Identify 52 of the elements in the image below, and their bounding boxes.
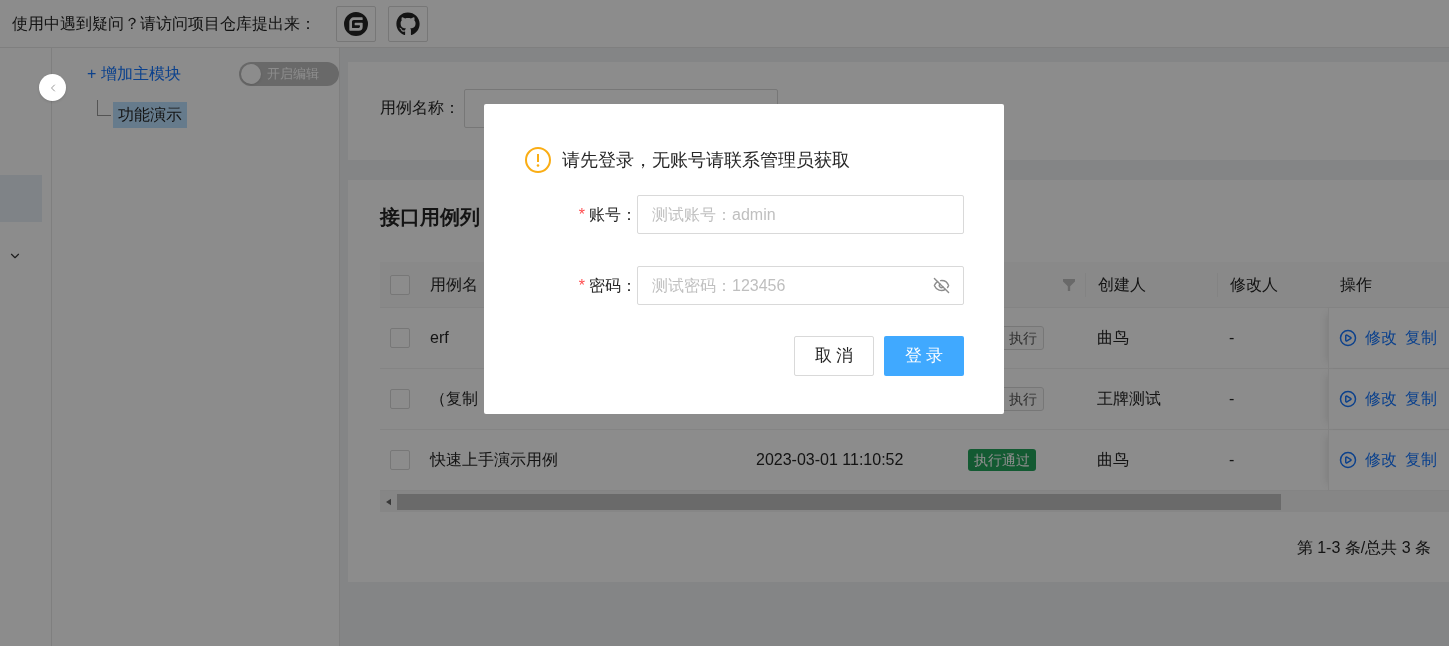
cancel-button[interactable]: 取 消 [794, 336, 874, 376]
eye-off-icon[interactable] [933, 277, 950, 294]
filter-icon[interactable] [1063, 278, 1075, 291]
collapse-button[interactable] [39, 74, 66, 101]
field-label: 密码： [589, 275, 637, 296]
field-label: 账号： [589, 204, 637, 225]
table-title: 接口用例列 [380, 205, 480, 230]
action-link[interactable]: 修改 [1365, 387, 1397, 411]
required-mark: * [578, 204, 585, 225]
scrollbar-thumb[interactable] [397, 493, 1281, 510]
column-header: 用例名 [429, 274, 478, 295]
dialog-message: 请先登录，无账号请联系管理员获取 [562, 148, 850, 172]
add-module-link[interactable]: + 增加主模块 [87, 62, 181, 86]
column-header: 创建人 [1085, 272, 1146, 297]
password-field[interactable]: 测试密码：123456 [637, 266, 964, 305]
action-link[interactable]: 修改 [1365, 448, 1397, 472]
creator-cell-text: 曲鸟 [1096, 450, 1129, 470]
tree-node[interactable]: 功能演示 [113, 102, 187, 128]
account-field[interactable]: 测试账号：admin [637, 195, 964, 234]
creator-cell-text: 王牌测试 [1096, 389, 1161, 409]
modifier-cell-text: - [1228, 450, 1235, 470]
column-header: 修改人 [1217, 272, 1278, 297]
horizontal-scrollbar[interactable] [380, 491, 1449, 512]
action-link[interactable]: 复制 [1405, 448, 1437, 472]
case-name: 快速上手演示用例 [428, 450, 558, 470]
search-label: 用例名称： [380, 98, 460, 118]
scroll-left-icon [386, 497, 391, 506]
help-text: 使用中遇到疑问？请访问项目仓库提出来： [12, 13, 316, 34]
action-link[interactable]: 复制 [1405, 387, 1437, 411]
run-icon[interactable] [1339, 451, 1357, 469]
date-cell: 2023-03-01 11:10:52 [756, 451, 904, 468]
toggle-knob [241, 64, 261, 84]
gitee-icon [344, 11, 368, 36]
column-header: 操作 [1339, 274, 1372, 295]
action-link[interactable]: 复制 [1405, 326, 1437, 350]
login-button[interactable]: 登 录 [884, 336, 964, 376]
tree-line [97, 100, 111, 116]
action-link[interactable]: 修改 [1365, 326, 1397, 350]
pagination-info: 第 1-3 条/总共 3 条 [1296, 538, 1431, 558]
modifier-cell-text: - [1228, 389, 1235, 409]
case-name: erf [429, 328, 449, 348]
gitee-link[interactable] [336, 5, 376, 42]
github-icon [396, 11, 420, 36]
required-mark: * [578, 275, 585, 296]
github-link[interactable] [388, 5, 428, 42]
run-icon[interactable] [1339, 390, 1357, 408]
warning-icon [524, 146, 552, 174]
modifier-cell-text: - [1228, 328, 1235, 348]
case-name: （复制 [429, 389, 478, 409]
run-icon[interactable] [1339, 329, 1357, 347]
creator-cell-text: 曲鸟 [1096, 328, 1129, 348]
status-tag: 执行通过 [968, 449, 1036, 471]
